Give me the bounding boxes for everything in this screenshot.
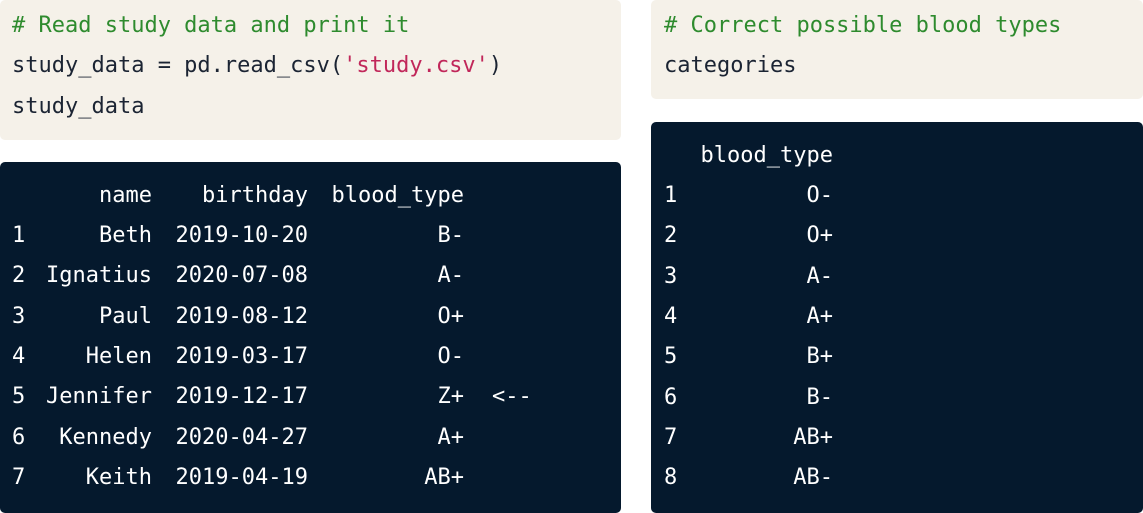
cell-blood-type: B- (806, 384, 834, 410)
cell-birthday: 2019-10-20 (175, 223, 308, 248)
row-index: 6 (12, 424, 26, 450)
cell-birthday: 2019-03-17 (175, 343, 308, 369)
left-code-panel: # Read study data and print it study_dat… (0, 0, 621, 140)
row-index: 5 (12, 384, 26, 410)
cell-name: Kennedy (59, 424, 152, 450)
cell-birthday: 2019-04-19 (175, 464, 308, 490)
left-code-string: 'study.csv' (343, 53, 489, 78)
left-code-comment: # Read study data and print it (12, 13, 410, 38)
row-index: 4 (12, 343, 26, 369)
row-index: 7 (664, 424, 678, 450)
cell-blood-type: O- (437, 343, 465, 369)
row-index: 8 (664, 465, 678, 491)
cell-name: Paul (99, 303, 152, 329)
right-code-panel: # Correct possible blood types categorie… (651, 0, 1143, 99)
cell-birthday: 2019-08-12 (175, 303, 308, 329)
right-output-panel: blood_type 1 O- 2 O+ 3 A- 4 A+ 5 B+ 6 B- 7 AB+ 8 AB- (651, 122, 1143, 513)
row-index: 2 (664, 223, 678, 249)
cell-name: Helen (85, 343, 152, 369)
cell-blood-type: B- (437, 223, 465, 248)
cell-blood-type: AB- (793, 465, 833, 491)
row-index: 4 (664, 303, 678, 329)
cell-blood-type: A+ (437, 424, 465, 450)
left-code-line-2-prefix: study_data = pd.read_csv( (12, 53, 344, 78)
cell-birthday: 2020-04-27 (175, 424, 308, 450)
cell-birthday: 2019-12-17 (175, 384, 308, 410)
left-code-line-3: study_data (12, 94, 145, 119)
cell-blood-type: Z+ (437, 384, 465, 410)
column-header-birthday: birthday (202, 183, 308, 208)
row-index: 3 (664, 263, 678, 289)
cell-name: Beth (99, 223, 152, 248)
row-marker-arrow: <-- (492, 384, 532, 410)
row-index: 2 (12, 263, 26, 289)
cell-blood-type: B+ (806, 344, 834, 370)
cell-blood-type: AB+ (424, 464, 464, 490)
row-index: 1 (664, 183, 678, 208)
column-header-name: name (99, 183, 152, 208)
cell-blood-type: O+ (806, 223, 834, 249)
cell-blood-type: A- (437, 263, 465, 289)
row-index: 6 (664, 384, 678, 410)
row-index: 5 (664, 344, 678, 370)
cell-blood-type: A- (806, 263, 834, 289)
cell-blood-type: O+ (437, 303, 465, 329)
row-index: 3 (12, 303, 26, 329)
left-code-line-2: study_data = pd.read_csv('study.csv') (12, 53, 502, 79)
left-output-panel: name birthday blood_type 1 Beth 2019-10-20… (0, 162, 621, 513)
column-header-blood-type: blood_type (700, 143, 833, 168)
cell-blood-type: A+ (806, 303, 834, 329)
cell-blood-type: O- (806, 183, 834, 208)
left-code-line-2-suffix: ) (488, 53, 503, 78)
column-header-blood-type: blood_type (331, 183, 464, 208)
right-code-comment: # Correct possible blood types (664, 13, 1062, 38)
row-index: 1 (12, 223, 26, 248)
row-index: 7 (12, 464, 26, 490)
right-code-line-2: categories (664, 53, 797, 78)
cell-blood-type: AB+ (793, 424, 833, 450)
cell-birthday: 2020-07-08 (175, 263, 308, 289)
cell-name: Jennifer (46, 384, 152, 410)
cell-name: Keith (85, 464, 152, 490)
cell-name: Ignatius (46, 263, 152, 289)
